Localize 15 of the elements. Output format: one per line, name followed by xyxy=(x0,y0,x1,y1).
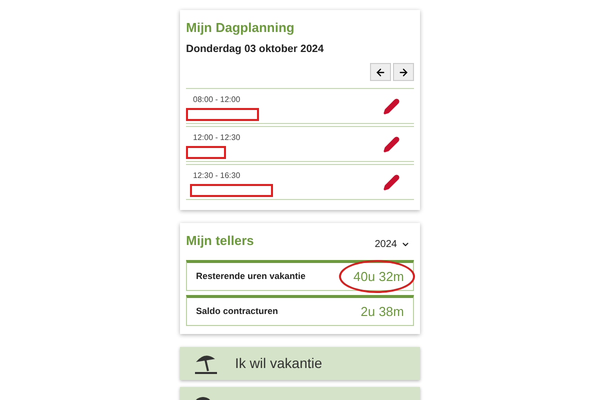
card-title: Mijn Dagplanning xyxy=(186,19,296,37)
year-dropdown[interactable]: 2024 xyxy=(374,237,410,252)
date-label: Donderdag 03 oktober 2024 xyxy=(186,42,325,56)
planning-entry[interactable]: 12:00 - 12:30 xyxy=(186,126,414,162)
planning-entry[interactable]: 08:00 - 12:00 xyxy=(186,88,414,124)
time-range: 08:00 - 12:00 xyxy=(193,94,242,106)
action-button[interactable]: Ik wil vakantie xyxy=(180,347,420,380)
counter-label: Resterende uren vakantie xyxy=(196,270,306,283)
time-range: 12:30 - 16:30 xyxy=(193,170,242,182)
time-range: 12:00 - 12:30 xyxy=(193,132,240,144)
card-title: Mijn tellers xyxy=(186,232,254,250)
counter-value: 2u 38m xyxy=(360,303,404,321)
counter-value: 40u 32m xyxy=(353,268,404,286)
counter-label: Saldo contracturen xyxy=(196,305,278,318)
planning-entry[interactable]: 12:30 - 16:30 xyxy=(186,164,414,200)
